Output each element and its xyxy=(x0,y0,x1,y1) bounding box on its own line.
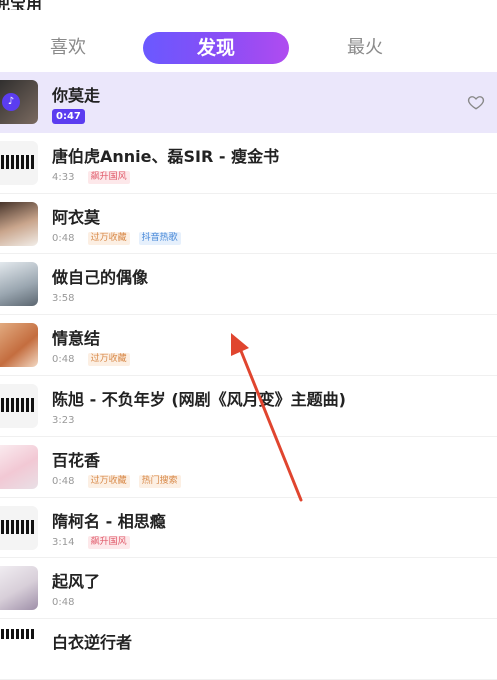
header-title: 兜宝用 xyxy=(0,0,43,10)
song-title: 做自己的偶像 xyxy=(52,268,149,288)
song-cover xyxy=(0,627,38,672)
tab-discover[interactable]: 发现 xyxy=(143,32,289,64)
song-meta: 0:48 过万收藏 抖音热歌 xyxy=(52,231,185,246)
song-row[interactable]: 做自己的偶像 3:58 xyxy=(0,254,497,316)
song-row[interactable]: 百花香 0:48 过万收藏 热门搜索 xyxy=(0,437,497,498)
tag-badge: 飙升国风 xyxy=(87,535,130,549)
tag-badge: 热门搜索 xyxy=(138,474,181,488)
song-duration: 4:33 xyxy=(52,171,75,183)
song-duration: 0:47 xyxy=(52,109,85,124)
song-meta: 0:48 过万收藏 热门搜索 xyxy=(52,474,185,489)
song-duration: 3:23 xyxy=(52,414,75,426)
song-cover xyxy=(0,444,38,489)
song-row[interactable]: 隋柯名 - 相思瘾 3:14 飙升国风 xyxy=(0,498,497,559)
now-playing-icon: ♪ xyxy=(2,93,20,111)
song-title: 起风了 xyxy=(52,572,101,592)
song-title: 阿衣莫 xyxy=(52,207,101,227)
song-row[interactable]: 唐伯虎Annie、磊SIR - 瘦金书 4:33 飙升国风 xyxy=(0,133,497,194)
song-cover xyxy=(0,262,38,307)
song-title: 你莫走 xyxy=(52,86,101,105)
tag-badge: 飙升国风 xyxy=(87,170,130,184)
song-duration: 0:48 xyxy=(52,354,75,366)
song-title: 情意结 xyxy=(52,329,101,349)
song-row[interactable]: ♪ 你莫走 0:47 xyxy=(0,72,497,133)
heart-outline-icon[interactable] xyxy=(467,93,485,111)
song-meta: 0:48 过万收藏 xyxy=(52,352,134,367)
song-cover xyxy=(0,383,38,428)
song-duration: 3:14 xyxy=(52,536,75,548)
song-title: 百花香 xyxy=(52,450,101,470)
song-duration: 0:48 xyxy=(52,475,75,487)
song-title: 隋柯名 - 相思瘾 xyxy=(52,511,166,531)
song-cover xyxy=(0,505,38,550)
song-duration: 0:48 xyxy=(52,232,75,244)
song-title: 陈旭 - 不负年岁 (网剧《风月变》主题曲) xyxy=(52,389,346,409)
tag-badge: 过万收藏 xyxy=(87,231,130,245)
song-meta: 3:14 飙升国风 xyxy=(52,535,134,550)
tag-badge: 过万收藏 xyxy=(87,353,130,367)
song-row[interactable]: 白衣逆行者 xyxy=(0,619,497,680)
song-title: 白衣逆行者 xyxy=(52,633,133,653)
song-meta: 3:58 xyxy=(52,291,82,306)
song-meta: 0:48 xyxy=(52,595,82,610)
tab-bar: 喜欢 发现 最火 xyxy=(0,30,497,66)
song-cover xyxy=(0,323,38,368)
song-cover xyxy=(0,140,38,185)
song-meta: 0:47 xyxy=(52,109,93,124)
song-row[interactable]: 阿衣莫 0:48 过万收藏 抖音热歌 xyxy=(0,194,497,255)
song-duration: 3:58 xyxy=(52,293,75,305)
song-list: ♪ 你莫走 0:47 唐伯虎Annie、磊SIR - 瘦金书 4:33 飙升国风… xyxy=(0,72,497,680)
song-row[interactable]: 起风了 0:48 xyxy=(0,558,497,620)
song-meta: 3:23 xyxy=(52,413,82,428)
song-row[interactable]: 陈旭 - 不负年岁 (网剧《风月变》主题曲) 3:23 xyxy=(0,376,497,437)
song-cover xyxy=(0,566,38,611)
song-cover xyxy=(0,201,38,246)
tag-badge: 过万收藏 xyxy=(87,474,130,488)
song-duration: 0:48 xyxy=(52,597,75,609)
tab-hottest[interactable]: 最火 xyxy=(325,32,405,64)
song-cover: ♪ xyxy=(0,80,38,124)
header-title-cropped: 兜宝用 xyxy=(0,0,497,10)
tag-badge: 抖音热歌 xyxy=(138,231,181,245)
song-title: 唐伯虎Annie、磊SIR - 瘦金书 xyxy=(52,146,280,166)
song-row[interactable]: 情意结 0:48 过万收藏 xyxy=(0,315,497,376)
tab-favorites[interactable]: 喜欢 xyxy=(28,32,108,64)
song-meta: 4:33 飙升国风 xyxy=(52,170,134,185)
